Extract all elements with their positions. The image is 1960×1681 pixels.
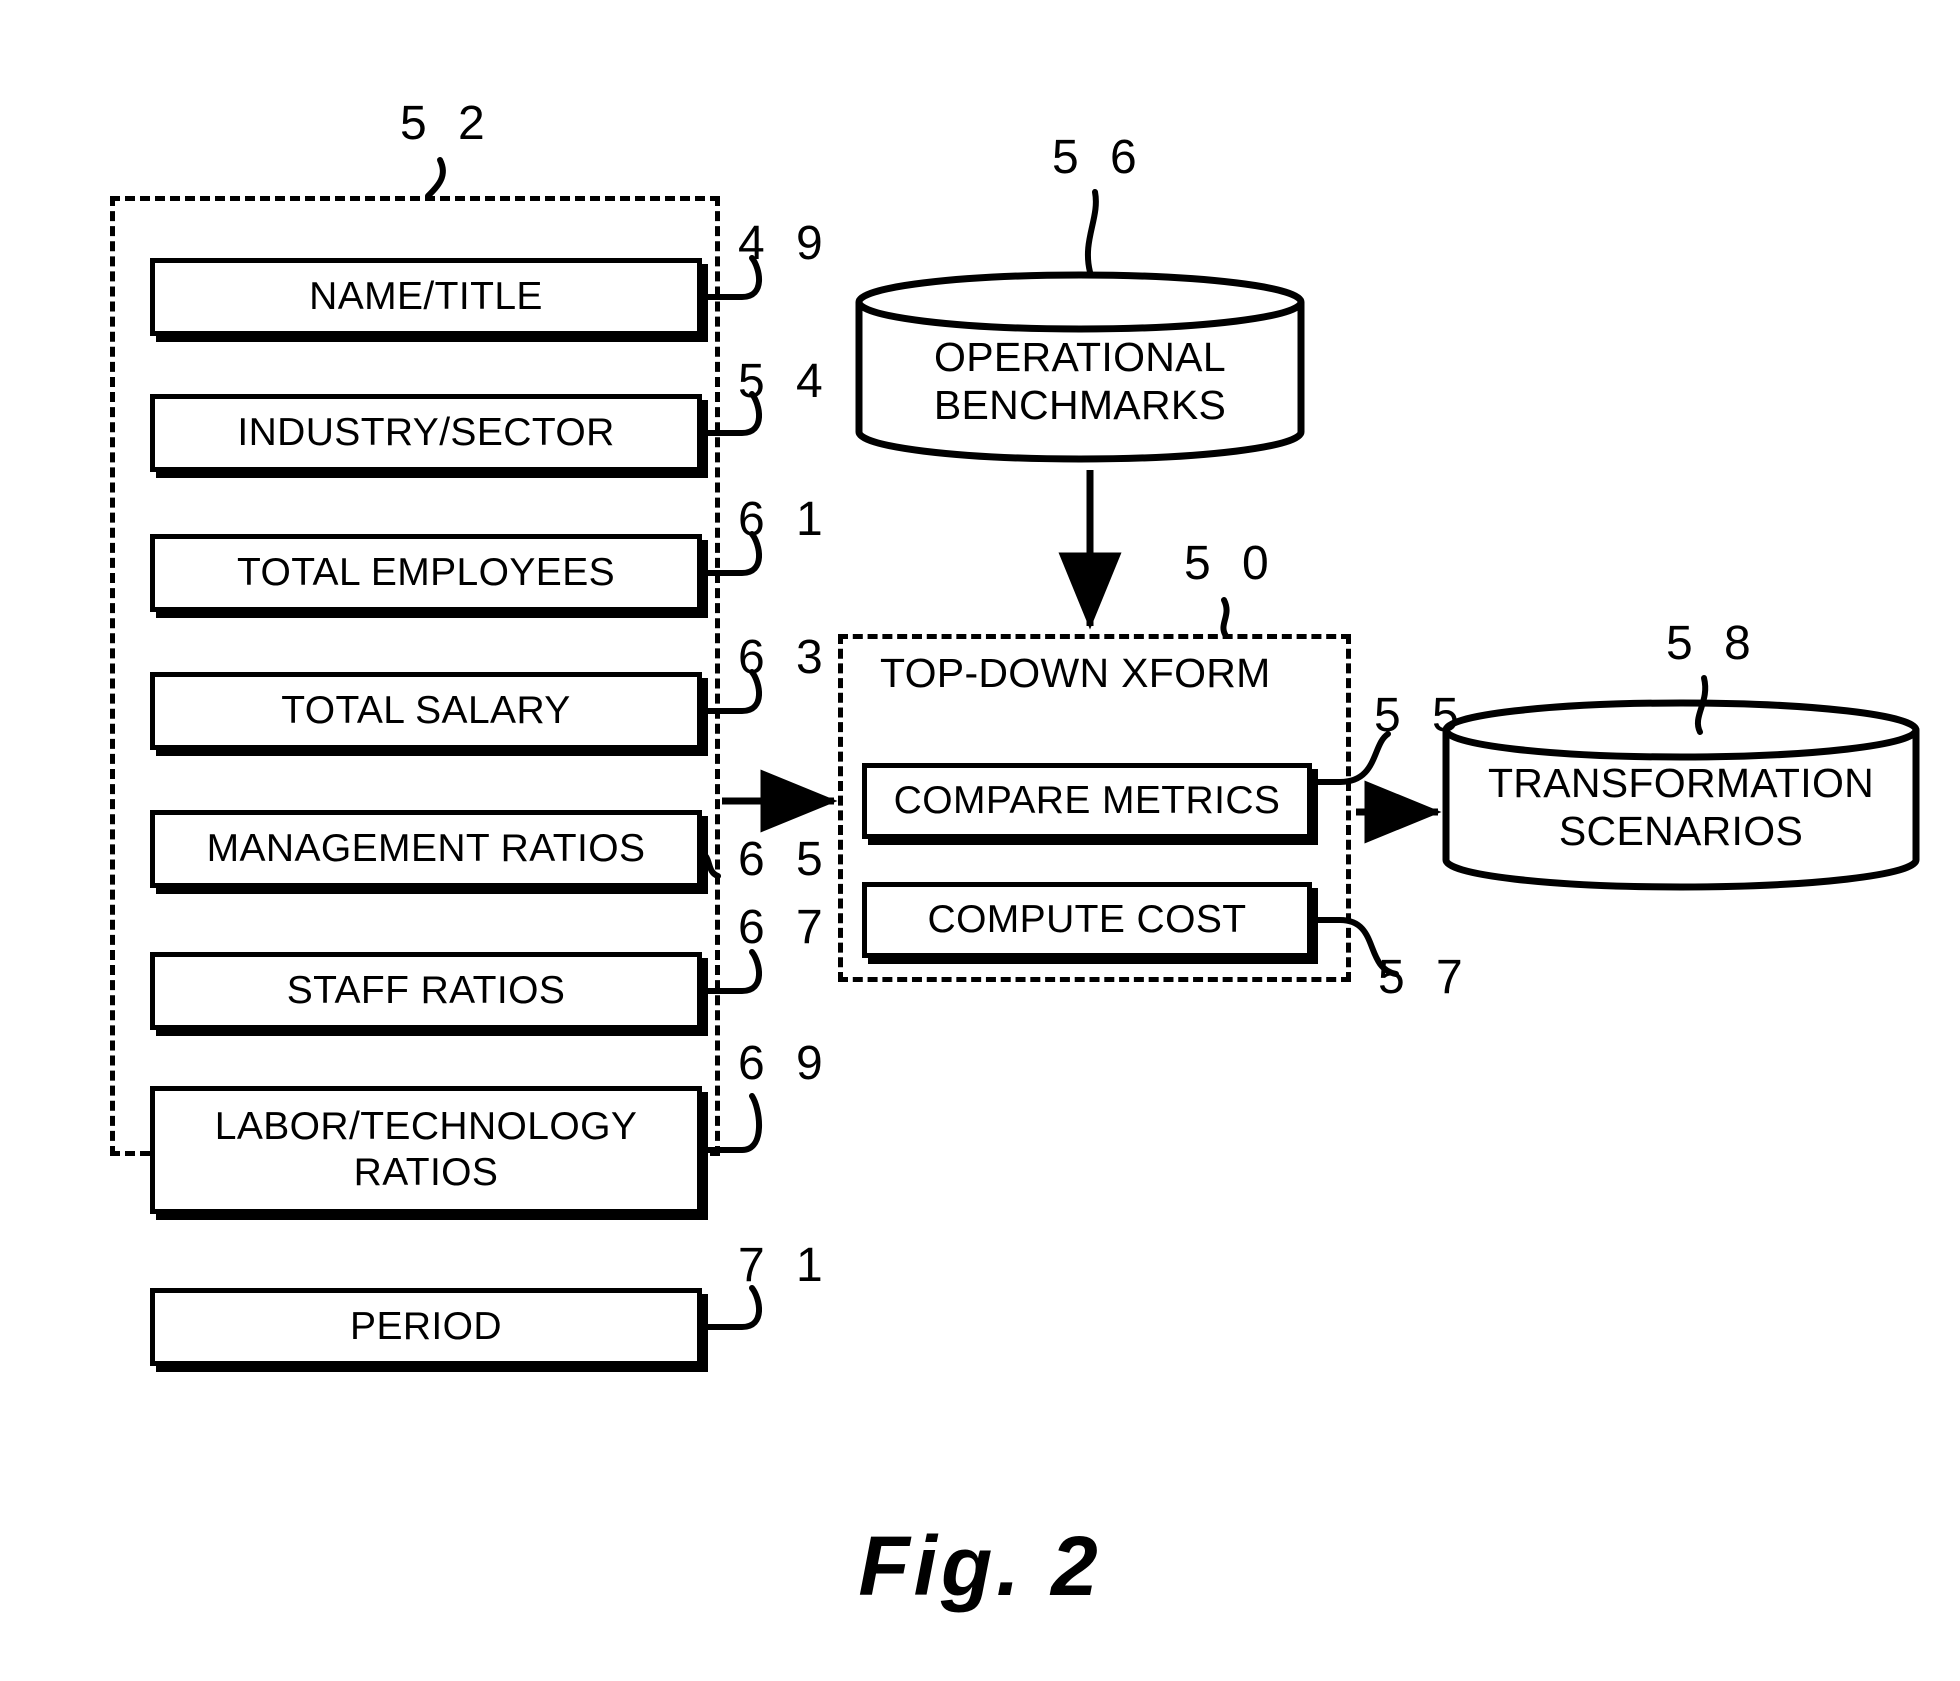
attribute-box-labor-technology-ratios: LABOR/TECHNOLOGY RATIOS: [150, 1086, 702, 1214]
database-label-line1: OPERATIONAL: [934, 334, 1226, 380]
database-label-line2: SCENARIOS: [1558, 807, 1804, 854]
attribute-label: TOTAL SALARY: [281, 689, 571, 733]
figure-caption: Fig. 2: [858, 1519, 1102, 1613]
leader-line-56: [1084, 189, 1099, 275]
process-box-compare-metrics: COMPARE METRICS: [862, 763, 1312, 839]
database-label: TRANSFORMATION SCENARIOS: [1442, 760, 1920, 855]
database-label-line2: BENCHMARKS: [933, 381, 1227, 428]
reference-numeral-69: 6 9: [738, 1037, 832, 1090]
database-label-line1: TRANSFORMATION: [1487, 760, 1875, 806]
database-operational-benchmarks: OPERATIONAL BENCHMARKS: [855, 271, 1305, 463]
attribute-label: INDUSTRY/SECTOR: [237, 411, 615, 455]
attribute-label: PERIOD: [350, 1305, 502, 1349]
reference-numeral-57: 5 7: [1378, 951, 1472, 1004]
reference-numeral-65: 6 5: [738, 833, 832, 886]
process-label: COMPUTE COST: [927, 898, 1247, 942]
attribute-box-staff-ratios: STAFF RATIOS: [150, 952, 702, 1030]
attribute-label: LABOR/TECHNOLOGY RATIOS: [214, 1104, 638, 1194]
process-label: COMPARE METRICS: [893, 779, 1281, 823]
attribute-label: NAME/TITLE: [309, 275, 543, 319]
reference-numeral-49: 4 9: [738, 217, 832, 270]
reference-numeral-50: 5 0: [1184, 537, 1278, 590]
attribute-box-total-salary: TOTAL SALARY: [150, 672, 702, 750]
reference-numeral-54: 5 4: [738, 355, 832, 408]
leader-line-71: [699, 1285, 763, 1330]
reference-numeral-56: 5 6: [1052, 131, 1146, 184]
patent-figure: NAME/TITLE INDUSTRY/SECTOR TOTAL EMPLOYE…: [0, 0, 1960, 1681]
reference-numeral-61: 6 1: [738, 493, 832, 546]
attribute-box-name-title: NAME/TITLE: [150, 258, 702, 336]
leader-line-52: [425, 157, 446, 199]
attribute-box-period: PERIOD: [150, 1288, 702, 1366]
attribute-label: STAFF RATIOS: [286, 969, 566, 1013]
process-box-compute-cost: COMPUTE COST: [862, 882, 1312, 958]
attribute-box-management-ratios: MANAGEMENT RATIOS: [150, 810, 702, 888]
reference-numeral-67: 6 7: [738, 901, 832, 954]
top-down-xform-title: TOP-DOWN XFORM: [880, 650, 1271, 696]
attribute-label: MANAGEMENT RATIOS: [206, 827, 646, 871]
reference-numeral-71: 7 1: [738, 1239, 832, 1292]
reference-numeral-58: 5 8: [1666, 617, 1760, 670]
attribute-label: TOTAL EMPLOYEES: [236, 551, 616, 595]
leader-line-50: [1220, 597, 1230, 639]
database-transformation-scenarios: TRANSFORMATION SCENARIOS: [1442, 699, 1920, 891]
attribute-box-industry-sector: INDUSTRY/SECTOR: [150, 394, 702, 472]
reference-numeral-52: 5 2: [400, 97, 494, 150]
reference-numeral-55: 5 5: [1374, 689, 1468, 742]
database-label: OPERATIONAL BENCHMARKS: [855, 334, 1305, 429]
attribute-box-total-employees: TOTAL EMPLOYEES: [150, 534, 702, 612]
reference-numeral-63: 6 3: [738, 631, 832, 684]
